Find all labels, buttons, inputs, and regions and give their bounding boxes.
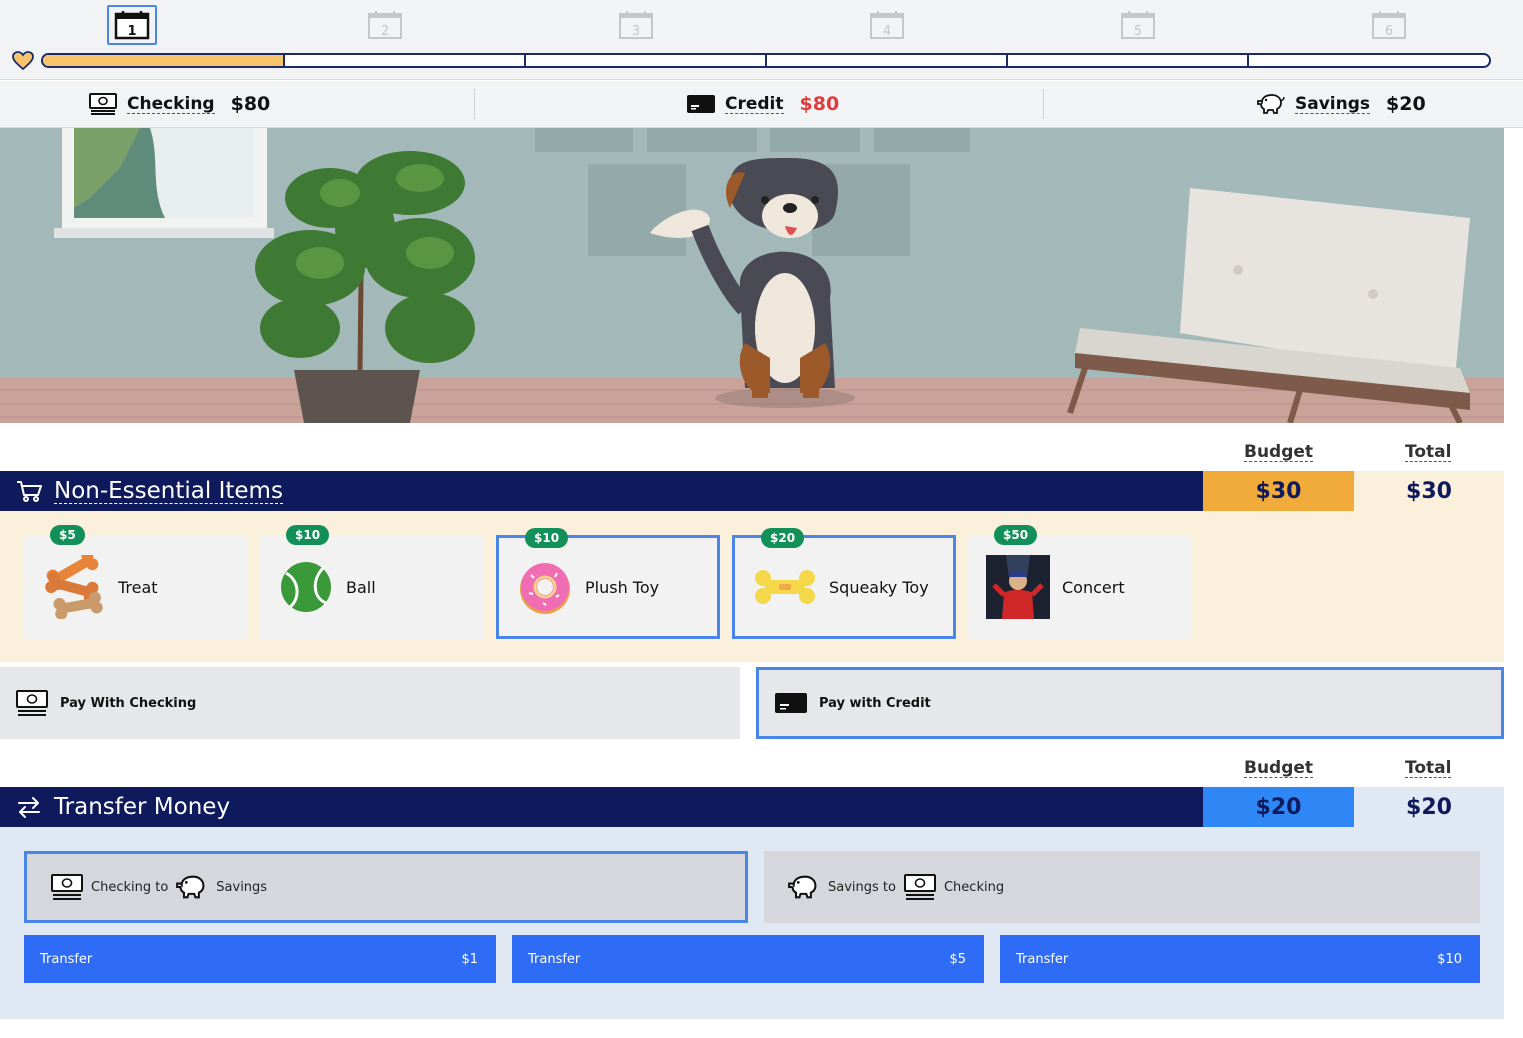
pay-with-checking-button[interactable]: Pay With Checking	[0, 667, 740, 739]
nonessential-title[interactable]: Non-Essential Items	[54, 479, 283, 504]
credit-card-icon	[687, 95, 715, 113]
heart-icon	[12, 51, 34, 71]
items-area: $5 Treat $10 Ball $10 Plush Toy $20 Sque…	[0, 511, 1504, 662]
nonessential-total: $30	[1354, 471, 1504, 511]
pay-credit-label: Pay with Credit	[819, 695, 931, 711]
transfer-budget: $20	[1203, 787, 1354, 827]
piggy-bank-icon	[176, 875, 205, 899]
tennis-ball-icon	[281, 562, 331, 612]
price-badge: $50	[994, 525, 1038, 545]
svg-text:3: 3	[632, 24, 640, 39]
progress-divider	[1006, 55, 1008, 66]
transfer-button-amount: $10	[1437, 951, 1462, 967]
pay-with-credit-button[interactable]: Pay with Credit	[756, 667, 1504, 739]
day-2-calendar-icon[interactable]: 2	[360, 5, 410, 45]
dog-biscuits-icon	[45, 555, 103, 619]
svg-text:4: 4	[883, 24, 891, 39]
cash-icon	[89, 93, 117, 115]
nonessential-budget: $30	[1203, 471, 1354, 511]
transfer-to-label: Checking	[943, 879, 1005, 895]
checking-to-savings-option[interactable]: Checking to Savings	[24, 851, 748, 923]
transfer-total: $20	[1354, 787, 1504, 827]
transfer-button-label: Transfer	[40, 951, 93, 967]
transfer-button-label: Transfer	[1016, 951, 1069, 967]
nonessential-header: Non-Essential Items	[0, 471, 1203, 511]
price-badge: $20	[761, 528, 805, 548]
price-badge: $10	[525, 528, 569, 548]
item-ball[interactable]: $10 Ball	[260, 525, 484, 639]
total-column-header[interactable]: Total	[1405, 443, 1452, 462]
item-treat[interactable]: $5 Treat	[24, 525, 248, 639]
cash-icon	[903, 874, 936, 900]
concert-photo	[986, 555, 1050, 619]
divider	[474, 89, 475, 119]
transfer-1-button[interactable]: Transfer $1	[24, 935, 496, 983]
item-name: Treat	[118, 577, 158, 597]
cash-icon	[51, 874, 83, 900]
svg-text:6: 6	[1385, 24, 1393, 39]
piggy-bank-icon	[1257, 94, 1285, 114]
day-progress-bar	[41, 53, 1491, 68]
cash-icon	[16, 690, 48, 716]
transfer-5-button[interactable]: Transfer $5	[512, 935, 984, 983]
progress-divider	[765, 55, 767, 66]
transfer-area: Checking to Savings Savings to Checking …	[0, 827, 1504, 1019]
savings-label[interactable]: Savings	[1295, 95, 1371, 114]
donut-icon	[520, 563, 570, 614]
transfer-from-label: Savings to	[828, 879, 896, 895]
total-column-header[interactable]: Total	[1405, 759, 1452, 778]
transfer-button-label: Transfer	[528, 951, 581, 967]
savings-balance: Savings $20	[1257, 81, 1426, 127]
credit-balance: Credit $80	[687, 81, 839, 127]
day-1-calendar-icon[interactable]: 1	[107, 5, 157, 45]
day-5-calendar-icon[interactable]: 5	[1113, 5, 1163, 45]
day-3-calendar-icon[interactable]: 3	[611, 5, 661, 45]
balance-bar: Checking $80 Credit $80 Savings $20	[0, 81, 1523, 128]
checking-balance: Checking $80	[89, 81, 270, 127]
budget-column-header[interactable]: Budget	[1244, 443, 1314, 462]
item-name: Ball	[346, 577, 376, 597]
savings-amount: $20	[1386, 93, 1426, 115]
room-scene-illustration	[0, 128, 1504, 423]
item-name: Concert	[1062, 577, 1125, 597]
checking-label[interactable]: Checking	[127, 95, 215, 114]
credit-label[interactable]: Credit	[725, 95, 784, 114]
transfer-arrows-icon	[18, 797, 40, 818]
credit-amount: $80	[799, 93, 840, 115]
squeaky-bone-icon	[755, 570, 815, 604]
item-concert[interactable]: $50 Concert	[968, 525, 1192, 639]
item-squeaky-toy[interactable]: $20 Squeaky Toy	[732, 528, 956, 639]
progress-divider	[1247, 55, 1249, 66]
item-name: Squeaky Toy	[829, 577, 929, 597]
shopping-cart-icon	[17, 481, 42, 502]
day-4-calendar-icon[interactable]: 4	[862, 5, 912, 45]
budget-column-header[interactable]: Budget	[1244, 759, 1314, 778]
transfer-title: Transfer Money	[54, 794, 231, 820]
item-name: Plush Toy	[585, 577, 660, 597]
transfer-10-button[interactable]: Transfer $10	[1000, 935, 1480, 983]
svg-text:2: 2	[381, 24, 389, 39]
svg-text:1: 1	[127, 24, 136, 39]
transfer-from-label: Checking to	[91, 879, 169, 895]
credit-card-icon	[775, 693, 807, 713]
checking-amount: $80	[230, 93, 271, 115]
transfer-button-amount: $5	[949, 951, 966, 967]
transfer-header: Transfer Money	[0, 787, 1203, 827]
price-badge: $5	[50, 525, 85, 545]
day-timeline: 1 2 3 4 5 6	[0, 0, 1523, 80]
progress-divider	[283, 55, 285, 66]
divider	[1043, 89, 1044, 119]
day-6-calendar-icon[interactable]: 6	[1364, 5, 1414, 45]
progress-fill	[43, 55, 285, 66]
progress-divider	[524, 55, 526, 66]
transfer-button-amount: $1	[461, 951, 478, 967]
price-badge: $10	[286, 525, 330, 545]
piggy-bank-icon	[788, 875, 817, 899]
pay-checking-label: Pay With Checking	[60, 695, 197, 711]
savings-to-checking-option[interactable]: Savings to Checking	[764, 851, 1480, 923]
transfer-to-label: Savings	[216, 879, 268, 895]
item-plush-toy[interactable]: $10 Plush Toy	[496, 528, 720, 639]
svg-text:5: 5	[1134, 24, 1142, 39]
